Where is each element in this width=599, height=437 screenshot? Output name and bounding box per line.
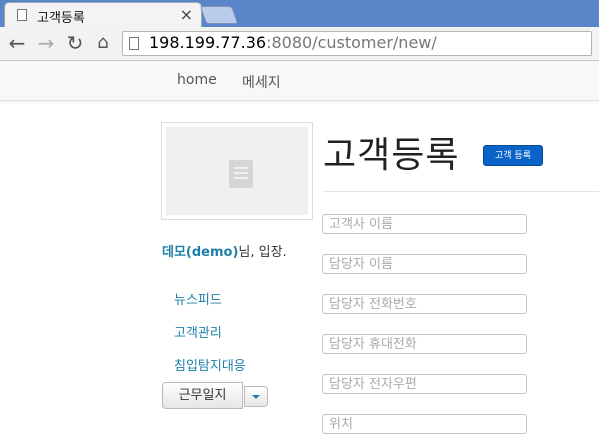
user-greeting: 데모(demo)님, 입장. — [162, 241, 287, 260]
contact-mobile-input[interactable] — [322, 334, 527, 354]
greeting-suffix: 님, 입장. — [238, 245, 287, 260]
url-host: 198.199.77.36 — [149, 33, 267, 52]
address-bar[interactable]: 198.199.77.36:8080/customer/new/ — [122, 31, 592, 56]
work-log-button[interactable]: 근무일지 — [162, 382, 243, 409]
browser-toolbar: ← → ↻ ⌂ 198.199.77.36:8080/customer/new/ — [0, 27, 599, 61]
site-navbar: home 메세지 — [0, 61, 599, 101]
company-name-input[interactable] — [322, 214, 527, 234]
nav-home-link[interactable]: home — [177, 72, 217, 88]
user-name[interactable]: 데모(demo) — [162, 245, 238, 260]
back-icon[interactable]: ← — [5, 30, 29, 56]
sidebar-item-newsfeed[interactable]: 뉴스피드 — [174, 289, 222, 308]
page-title: 고객등록 — [323, 135, 460, 176]
customer-register-badge: 고객 등록 — [483, 145, 543, 166]
sidebar-item-customers[interactable]: 고객관리 — [174, 322, 222, 341]
new-tab-button[interactable] — [199, 6, 239, 24]
close-icon[interactable]: × — [180, 5, 193, 24]
title-divider — [323, 191, 599, 192]
url-path: :8080/customer/new/ — [266, 33, 437, 52]
thumbnail-placeholder — [166, 127, 308, 215]
document-icon — [17, 9, 27, 21]
reload-icon[interactable]: ↻ — [63, 30, 87, 56]
contact-phone-input[interactable] — [322, 294, 527, 314]
contact-email-input[interactable] — [322, 374, 527, 394]
browser-tab[interactable]: 고객등록 × — [4, 2, 202, 27]
caret-down-icon — [252, 395, 260, 399]
page-icon — [129, 37, 139, 50]
sidebar-item-intrusion-response[interactable]: 침입탐지대응 — [174, 355, 246, 374]
forward-icon[interactable]: → — [34, 30, 58, 56]
file-icon — [229, 160, 253, 188]
tab-strip: 고객등록 × — [0, 0, 599, 27]
nav-messages-link[interactable]: 메세지 — [242, 72, 281, 92]
url-text: 198.199.77.36:8080/customer/new/ — [149, 33, 437, 52]
location-input[interactable] — [322, 414, 527, 434]
work-log-dropdown-toggle[interactable] — [244, 386, 268, 407]
profile-thumbnail — [161, 122, 313, 220]
tab-title: 고객등록 — [37, 11, 85, 26]
home-icon[interactable]: ⌂ — [91, 30, 115, 56]
contact-name-input[interactable] — [322, 254, 527, 274]
